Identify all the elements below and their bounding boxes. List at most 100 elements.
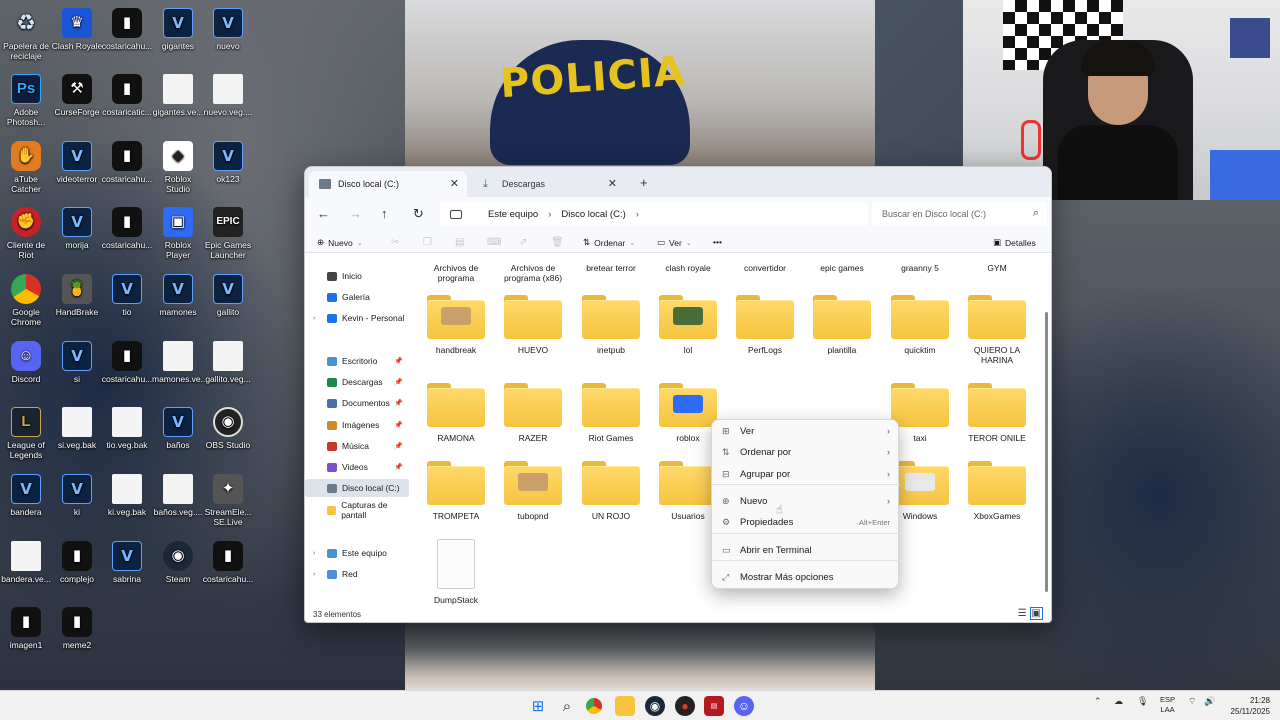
folder-item[interactable]: RAMONA (418, 383, 494, 443)
desktop-icon[interactable]: Vtio (101, 274, 153, 317)
context-menu-item[interactable]: ▭ Abrir en Terminal (712, 540, 900, 560)
folder-item[interactable]: UN ROJO (573, 461, 649, 521)
desktop-icon[interactable]: ✋ aTube Catcher (0, 141, 52, 194)
sidebar-item[interactable]: Documentos 📌 (305, 394, 409, 412)
folder-item[interactable]: TROMPETA (418, 461, 494, 521)
tile-view-icon[interactable]: ▣ (1029, 607, 1043, 620)
context-menu-item[interactable]: ⊞ Ver › (712, 421, 900, 441)
sort-button[interactable]: ⇅ Ordenar ⌄ (583, 237, 635, 248)
folder-item[interactable]: PerfLogs (727, 295, 803, 355)
desktop-icon[interactable]: ki.veg.bak (101, 474, 153, 517)
new-button[interactable]: ⊕ Nuevo ⌄ (317, 237, 363, 248)
clock[interactable]: 21:28 25/11/2025 (1231, 695, 1270, 717)
desktop-icon[interactable]: L League of Legends (0, 407, 52, 460)
expand-icon[interactable]: › (313, 315, 315, 322)
desktop-icon[interactable]: nuevo.veg.... (202, 74, 254, 117)
close-icon[interactable]: ✕ (608, 177, 617, 190)
chrome-icon[interactable] (586, 698, 602, 714)
folder-item[interactable]: RAZER (495, 383, 571, 443)
desktop-icon[interactable]: Vgallito (202, 274, 254, 317)
cut-button[interactable]: ✂ (391, 237, 399, 248)
folder-item[interactable]: inetpub (573, 295, 649, 355)
folder-item[interactable]: QUIERO LA HARINA (959, 295, 1035, 365)
sidebar-item[interactable]: › Este equipo (305, 544, 409, 562)
folder-item[interactable]: handbreak (418, 295, 494, 355)
app-icon[interactable]: ▤ (704, 696, 724, 716)
desktop-icon[interactable]: Vok123 (202, 141, 254, 184)
folder-item[interactable]: Riot Games (573, 383, 649, 443)
desktop-icon[interactable]: Google Chrome (0, 274, 52, 327)
desktop-icon[interactable]: Vbaños (152, 407, 204, 450)
desktop-icon[interactable]: Vgigantes (152, 8, 204, 51)
chevron-up-icon[interactable]: ⌃ (1094, 696, 1102, 707)
desktop-icon[interactable]: EPIC Epic Games Launcher (202, 207, 254, 260)
desktop-icon[interactable]: ◉ Steam (152, 541, 204, 584)
breadcrumb-item[interactable]: Disco local (C:) (561, 209, 625, 220)
wifi-icon[interactable]: ⌔ (1188, 696, 1196, 707)
context-menu-item[interactable]: ⊟ Agrupar por › (712, 464, 900, 484)
start-icon[interactable]: ⊞ (528, 696, 548, 716)
desktop-icon[interactable]: Vbandera (0, 474, 52, 517)
more-button[interactable]: ••• (713, 237, 722, 247)
desktop-icon[interactable]: ☺ Discord (0, 341, 52, 384)
desktop-icon[interactable]: Vmamones (152, 274, 204, 317)
folder-item[interactable]: HUEVO (495, 295, 571, 355)
folder-item[interactable]: XboxGames (959, 461, 1035, 521)
desktop-icon[interactable]: Vvideoterror (51, 141, 103, 184)
sidebar-item[interactable]: Videos 📌 (305, 458, 409, 476)
delete-button[interactable]: 🗑 (551, 237, 564, 248)
desktop-icon[interactable]: 🍍 HandBrake (51, 274, 103, 317)
desktop-icon[interactable]: Vki (51, 474, 103, 517)
view-button[interactable]: ▭ Ver ⌄ (657, 237, 692, 248)
copy-button[interactable]: ❐ (423, 237, 432, 248)
context-menu-item[interactable]: ⇅ Ordenar por › (712, 442, 900, 462)
desktop-icon[interactable]: baños.veg.... (152, 474, 204, 517)
folder-item[interactable]: graanny 5 (882, 263, 958, 273)
view-toggle[interactable]: ☰ ▣ (1018, 607, 1043, 620)
sidebar-item[interactable]: Disco local (C:) (305, 479, 409, 497)
expand-icon[interactable]: › (313, 550, 315, 557)
context-menu-item[interactable]: ⤢ Mostrar Más opciones (712, 567, 900, 587)
desktop-icon[interactable]: ✊ Cliente de Riot (0, 207, 52, 260)
rename-button[interactable]: ⌨ (487, 237, 501, 248)
desktop-icon[interactable]: ⚒ CurseForge (51, 74, 103, 117)
folder-item[interactable]: plantilla (804, 295, 880, 355)
desktop-icon[interactable]: Ps Adobe Photosh... (0, 74, 52, 127)
sidebar-item[interactable]: Imágenes 📌 (305, 416, 409, 434)
details-button[interactable]: ▣ Detalles (993, 237, 1036, 248)
refresh-icon[interactable]: ↻ (413, 206, 424, 222)
desktop-icon[interactable]: ▣ Roblox Player (152, 207, 204, 260)
desktop-icon[interactable]: ♛ Clash Royale (51, 8, 103, 51)
expand-icon[interactable]: › (313, 571, 315, 578)
share-button[interactable]: ⇗ (519, 237, 527, 248)
steam-icon[interactable]: ◉ (645, 696, 665, 716)
desktop-icon[interactable]: si.veg.bak (51, 407, 103, 450)
folder-item[interactable]: Archivos de programa (418, 263, 494, 283)
paste-button[interactable]: ▤ (455, 237, 464, 248)
context-menu-item[interactable]: ⊕ Nuevo › (712, 491, 900, 511)
breadcrumb[interactable]: Este equipo › Disco local (C:) › (440, 202, 868, 226)
desktop-icon[interactable]: ▮ costaricahu... (101, 341, 153, 384)
sidebar-item[interactable]: Inicio (305, 267, 409, 285)
sidebar-item[interactable]: › Red (305, 565, 409, 583)
tab-descargas[interactable]: ⤓ Descargas ✕ (473, 171, 625, 197)
close-icon[interactable]: ✕ (450, 177, 459, 190)
desktop-icon[interactable]: ▮ complejo (51, 541, 103, 584)
back-icon[interactable]: ← (317, 206, 330, 221)
app-icon[interactable]: ● (675, 696, 695, 716)
microphone-icon[interactable]: 🎙 (1137, 696, 1148, 707)
sidebar-item[interactable]: Galería (305, 288, 409, 306)
folder-item[interactable]: epic games (804, 263, 880, 273)
desktop-icon[interactable]: ▮ costaricahu... (101, 207, 153, 250)
desktop-icon[interactable]: gallito.veg... (202, 341, 254, 384)
folder-item[interactable]: Archivos de programa (x86) (495, 263, 571, 283)
desktop-icon[interactable]: gigantes.ve... (152, 74, 204, 117)
file-item[interactable]: DumpStack (418, 539, 494, 605)
desktop-icon[interactable]: ✦ StreamEle... SE.Live (202, 474, 254, 527)
list-view-icon[interactable]: ☰ (1018, 608, 1027, 619)
folder-item[interactable]: bretear terror (573, 263, 649, 273)
desktop-icon[interactable]: Vnuevo (202, 8, 254, 51)
file-explorer-icon[interactable] (615, 696, 635, 716)
sidebar-item[interactable]: › Kevin - Personal (305, 309, 409, 327)
network-tray-icon[interactable]: ☁ (1114, 696, 1123, 707)
